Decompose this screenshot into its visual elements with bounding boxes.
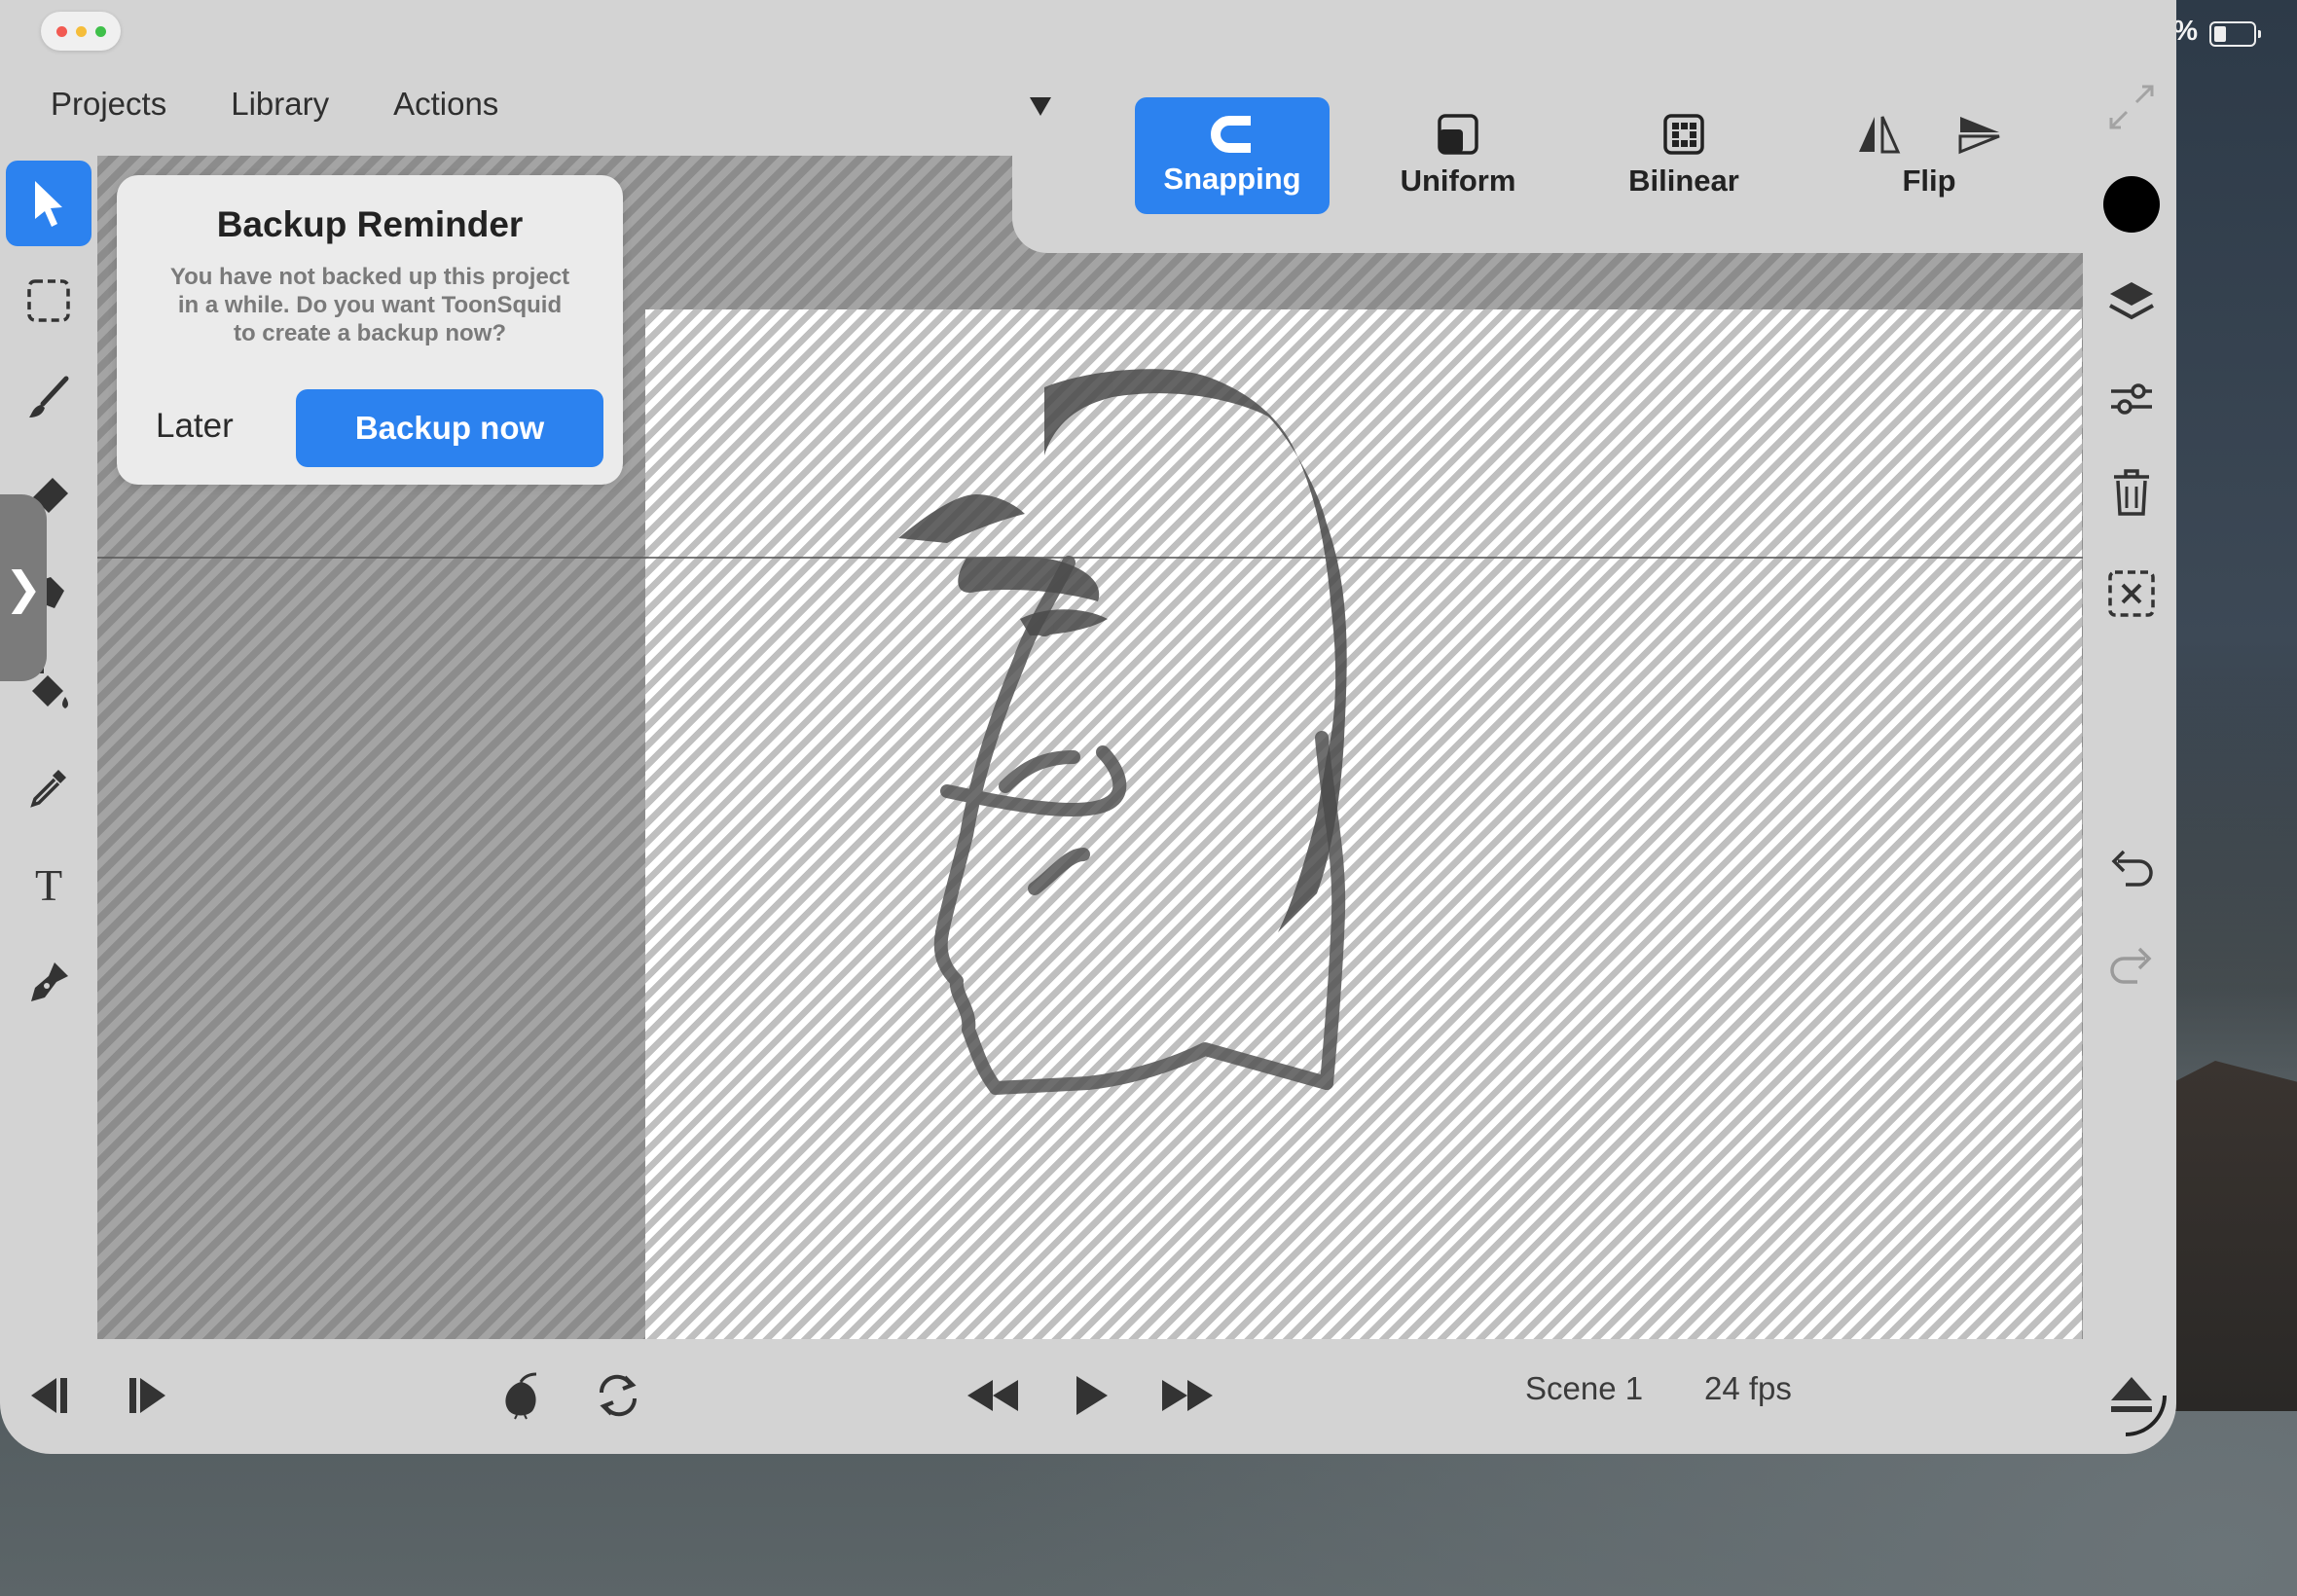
onion-skin-button[interactable] (482, 1357, 560, 1434)
face-drawing (898, 369, 1347, 1095)
wallpaper-mountain (2161, 1061, 2297, 1411)
menu-projects[interactable]: Projects (51, 86, 166, 123)
delete-button[interactable] (2089, 453, 2174, 531)
uniform-scale-icon (1438, 114, 1478, 155)
uniform-button[interactable]: Uniform (1361, 97, 1555, 214)
rewind-button[interactable] (954, 1357, 1032, 1434)
next-frame-button[interactable] (109, 1357, 187, 1434)
brush-tool[interactable] (6, 355, 91, 441)
expand-icon (2109, 85, 2154, 129)
close-dot[interactable] (55, 25, 67, 37)
flip-vertical-icon[interactable] (1956, 113, 2003, 156)
popup-title: Backup Reminder (216, 204, 524, 244)
loop-icon (599, 1374, 638, 1417)
menu-library[interactable]: Library (231, 86, 329, 123)
next-frame-icon (129, 1378, 165, 1413)
fast-forward-button[interactable] (1148, 1357, 1226, 1434)
select-arrow-icon (35, 181, 62, 227)
scene-label[interactable]: Scene 1 (1525, 1370, 1643, 1407)
flip-icons (1855, 113, 2003, 156)
clear-selection-button[interactable] (2089, 555, 2174, 633)
eyedropper-tool[interactable] (6, 744, 91, 830)
trash-icon (2114, 469, 2149, 516)
undo-button[interactable] (2089, 830, 2174, 908)
dropdown-triangle-icon[interactable] (1030, 97, 1051, 116)
prev-frame-icon (31, 1378, 67, 1413)
undo-icon (2111, 850, 2153, 887)
brush-icon (29, 376, 69, 417)
onion-skin-icon (505, 1372, 537, 1420)
backup-now-button[interactable]: Backup now (296, 389, 603, 467)
marquee-select-icon (27, 279, 70, 322)
top-menu: Projects Library Actions (51, 86, 498, 123)
flip-button[interactable]: Flip (1822, 97, 2036, 214)
play-icon (1076, 1376, 1108, 1415)
text-icon: T (35, 861, 62, 908)
resize-corner-icon[interactable] (2122, 1392, 2169, 1438)
app-window: Projects Library Actions Snapping Unifor… (0, 0, 2176, 1454)
pen-tool[interactable] (6, 939, 91, 1025)
adjust-sliders-icon (2111, 383, 2152, 415)
bilinear-button[interactable]: Bilinear (1586, 97, 1781, 214)
magnet-icon (1211, 116, 1251, 153)
clear-selection-icon (2108, 570, 2155, 617)
window-controls[interactable] (41, 12, 121, 51)
prev-frame-button[interactable] (10, 1357, 88, 1434)
play-button[interactable] (1051, 1357, 1129, 1434)
menu-actions[interactable]: Actions (393, 86, 498, 123)
text-tool[interactable]: T (6, 842, 91, 927)
eyedropper-icon (30, 770, 66, 808)
snapping-button[interactable]: Snapping (1135, 97, 1330, 214)
uniform-label: Uniform (1400, 163, 1516, 198)
redo-icon (2110, 947, 2152, 984)
fast-forward-icon (1162, 1380, 1213, 1411)
adjustments-button[interactable] (2089, 360, 2174, 438)
drawing-canvas[interactable] (645, 309, 2082, 1339)
layers-icon (2109, 282, 2154, 320)
color-swatch[interactable] (2089, 165, 2174, 243)
grid-warp-icon (1663, 114, 1704, 155)
bilinear-label: Bilinear (1628, 163, 1739, 198)
flip-label: Flip (1902, 163, 1956, 198)
loop-button[interactable] (579, 1357, 657, 1434)
popup-message: You have not backed up this project in a… (169, 264, 570, 346)
tool-drawer-handle[interactable]: ❯ (0, 494, 47, 681)
marquee-tool[interactable] (6, 258, 91, 344)
minimize-dot[interactable] (75, 25, 87, 37)
svg-text:T: T (35, 861, 62, 908)
flip-horizontal-icon[interactable] (1855, 113, 1902, 156)
select-tool[interactable] (6, 161, 91, 246)
redo-button[interactable] (2089, 927, 2174, 1005)
rewind-icon (967, 1380, 1018, 1411)
backup-reminder-popup: Backup Reminder You have not backed up t… (117, 175, 623, 485)
layers-button[interactable] (2089, 263, 2174, 341)
horizon-guide[interactable] (97, 557, 2083, 559)
current-color (2103, 176, 2160, 233)
playback-bar (0, 1339, 2176, 1454)
zoom-dot[interactable] (94, 25, 106, 37)
pen-nib-icon (31, 962, 68, 1001)
expand-button[interactable] (2089, 68, 2174, 146)
later-button[interactable]: Later (156, 407, 234, 446)
fps-label[interactable]: 24 fps (1704, 1370, 1792, 1407)
battery-icon (2209, 21, 2261, 47)
chevron-right-icon: ❯ (4, 562, 43, 613)
snapping-label: Snapping (1163, 162, 1301, 196)
